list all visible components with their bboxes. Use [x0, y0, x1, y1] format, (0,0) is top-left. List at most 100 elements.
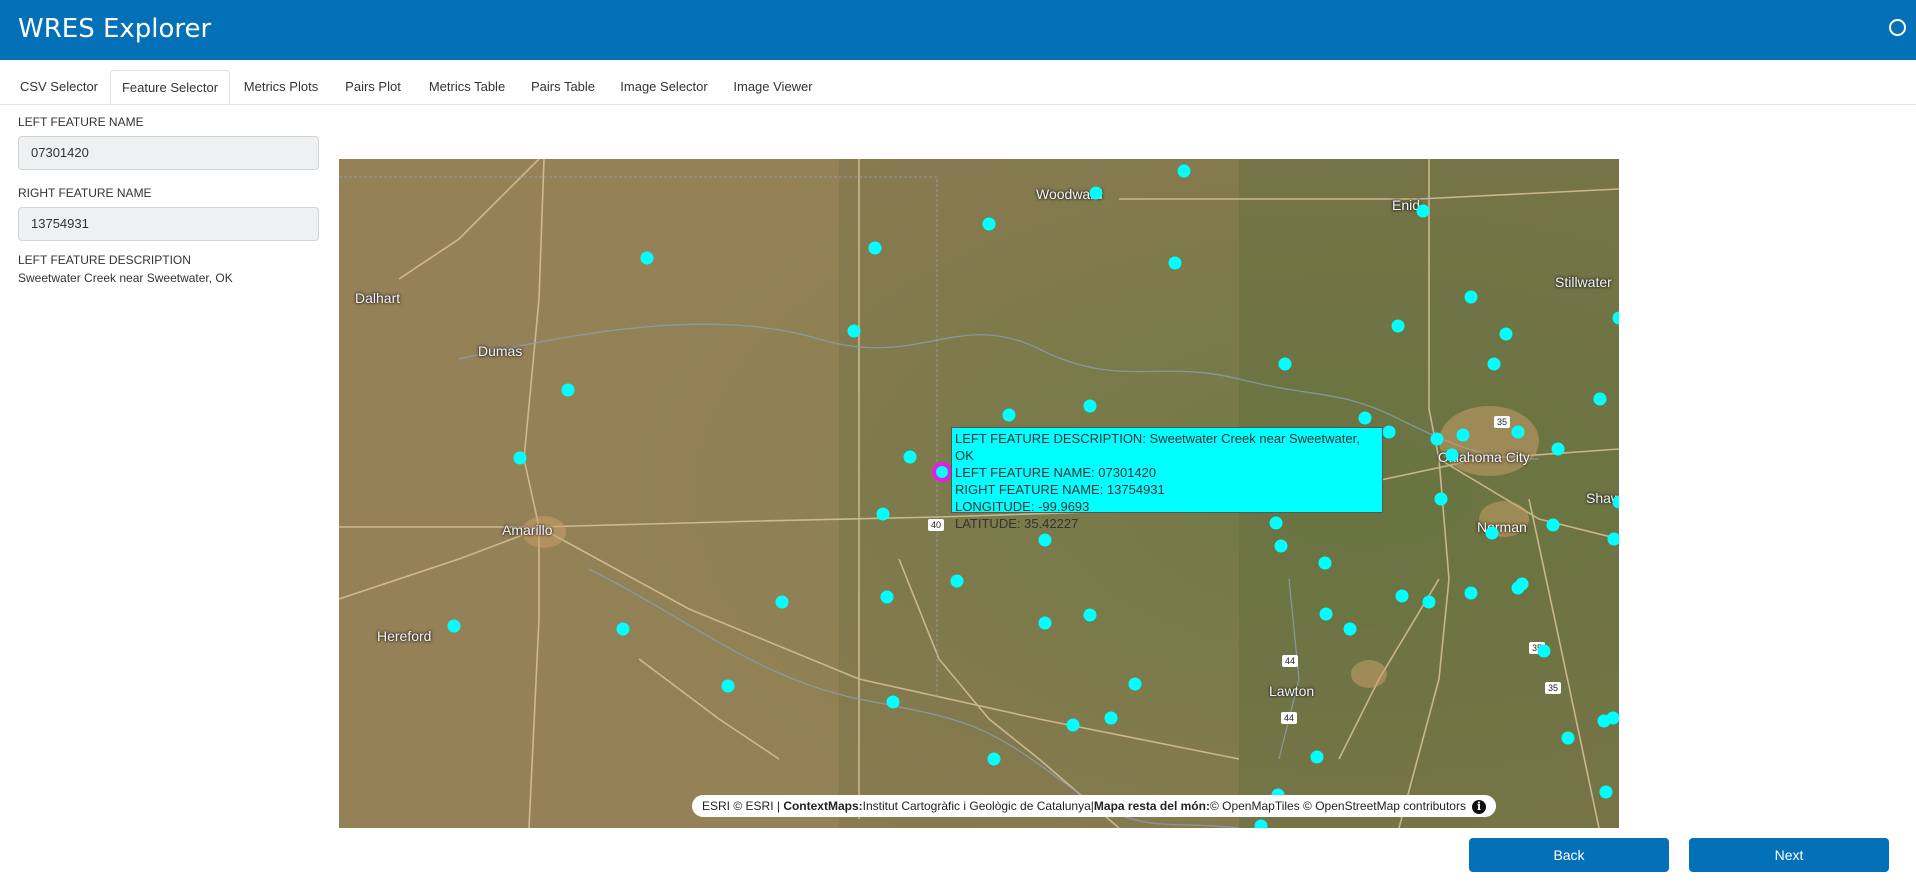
gauge-marker[interactable]: [1038, 533, 1052, 547]
gauge-marker[interactable]: [1177, 164, 1191, 178]
gauge-marker[interactable]: [1511, 425, 1525, 439]
app-header: WRES Explorer: [0, 0, 1916, 60]
gauge-marker[interactable]: [1430, 432, 1444, 446]
gauge-marker[interactable]: [1607, 532, 1620, 546]
app-title: WRES Explorer: [18, 14, 212, 44]
gauge-marker[interactable]: [1612, 495, 1620, 509]
tab-pairs-table[interactable]: Pairs Table: [522, 70, 604, 104]
gauge-marker[interactable]: [1537, 644, 1551, 658]
route-shield-icon: 35: [1494, 416, 1510, 428]
gauge-marker[interactable]: [616, 622, 630, 636]
tab-pairs-plot[interactable]: Pairs Plot: [336, 70, 410, 104]
left-feature-description-value: Sweetwater Creek near Sweetwater, OK: [18, 271, 233, 285]
gauge-marker[interactable]: [987, 752, 1001, 766]
route-shield-label: 44: [1285, 656, 1295, 666]
tooltip-line: LONGITUDE: -99.9693: [955, 499, 1090, 514]
attribution-contextmaps-text: Institut Cartogràfic i Geològic de Catal…: [862, 799, 1091, 813]
feature-map[interactable]: Woodward Enid Stillwater Dalhart Dumas A…: [339, 159, 1619, 828]
gauge-marker[interactable]: [1499, 327, 1513, 341]
gauge-marker[interactable]: [1274, 539, 1288, 553]
gauge-marker[interactable]: [1561, 731, 1575, 745]
gauge-marker[interactable]: [1487, 357, 1501, 371]
gauge-marker[interactable]: [876, 507, 890, 521]
busy-indicator-icon: [1889, 19, 1906, 36]
gauge-marker[interactable]: [775, 595, 789, 609]
gauge-marker[interactable]: [1612, 311, 1620, 325]
gauge-marker[interactable]: [1422, 595, 1436, 609]
attribution-esri: ESRI © ESRI |: [702, 799, 784, 813]
gauge-marker[interactable]: [447, 619, 461, 633]
tooltip-line: RIGHT FEATURE NAME: 13754931: [955, 482, 1165, 497]
route-shield-label: 40: [931, 520, 941, 530]
left-feature-description-label: LEFT FEATURE DESCRIPTION: [18, 253, 191, 267]
info-icon[interactable]: i: [1471, 799, 1486, 814]
route-shield-label: 35: [1497, 417, 1507, 427]
gauge-marker[interactable]: [1606, 711, 1620, 725]
selected-gauge-marker[interactable]: [932, 462, 952, 482]
route-shield-label: 44: [1284, 713, 1294, 723]
right-feature-name-field[interactable]: 13754931: [18, 207, 319, 241]
gauge-marker[interactable]: [1391, 319, 1405, 333]
attribution-contextmaps-label: ContextMaps:: [783, 799, 863, 813]
back-button[interactable]: Back: [1469, 838, 1669, 872]
right-feature-name-label: RIGHT FEATURE NAME: [18, 186, 152, 200]
gauge-marker[interactable]: [1464, 290, 1478, 304]
gauge-marker[interactable]: [1599, 785, 1613, 799]
gauge-marker[interactable]: [1358, 411, 1372, 425]
gauge-marker[interactable]: [721, 679, 735, 693]
gauge-marker[interactable]: [1551, 442, 1565, 456]
gauge-marker[interactable]: [1434, 492, 1448, 506]
gauge-marker[interactable]: [1278, 357, 1292, 371]
gauge-marker[interactable]: [1318, 556, 1332, 570]
gauge-marker[interactable]: [1038, 616, 1052, 630]
gauge-marker[interactable]: [982, 217, 996, 231]
tab-metrics-table[interactable]: Metrics Table: [420, 70, 514, 104]
tab-feature-selector[interactable]: Feature Selector: [110, 70, 230, 104]
route-shield-icon: 35: [1545, 682, 1561, 694]
gauge-marker[interactable]: [1319, 607, 1333, 621]
gauge-marker[interactable]: [513, 451, 527, 465]
gauge-marker[interactable]: [1593, 392, 1607, 406]
route-shield-label: 35: [1548, 683, 1558, 693]
gauge-marker[interactable]: [880, 590, 894, 604]
route-shield-icon: 44: [1281, 712, 1297, 724]
gauge-marker[interactable]: [1511, 581, 1525, 595]
gauge-marker[interactable]: [640, 251, 654, 265]
gauge-marker[interactable]: [886, 695, 900, 709]
gauge-marker[interactable]: [1089, 186, 1103, 200]
gauge-marker[interactable]: [1416, 204, 1430, 218]
map-attribution: ESRI © ESRI | ContextMaps:Institut Carto…: [692, 795, 1496, 817]
gauge-marker[interactable]: [1128, 677, 1142, 691]
gauge-marker[interactable]: [1083, 608, 1097, 622]
gauge-marker[interactable]: [1464, 586, 1478, 600]
gauge-marker[interactable]: [1445, 448, 1459, 462]
gauge-marker[interactable]: [1066, 718, 1080, 732]
gauge-marker[interactable]: [1382, 425, 1396, 439]
gauge-marker[interactable]: [561, 383, 575, 397]
gauge-marker[interactable]: [1083, 399, 1097, 413]
gauge-marker[interactable]: [1168, 256, 1182, 270]
left-feature-name-field[interactable]: 07301420: [18, 136, 319, 170]
gauge-marker[interactable]: [1310, 750, 1324, 764]
next-button[interactable]: Next: [1689, 838, 1889, 872]
gauge-marker[interactable]: [1546, 518, 1560, 532]
gauge-marker[interactable]: [1343, 622, 1357, 636]
gauge-marker[interactable]: [903, 450, 917, 464]
attribution-mrm-text: © OpenMapTiles © OpenStreetMap contribut…: [1209, 799, 1466, 813]
attribution-mrm-label: Mapa resta del món:: [1093, 799, 1210, 813]
gauge-marker[interactable]: [1104, 711, 1118, 725]
tab-image-viewer[interactable]: Image Viewer: [726, 70, 820, 104]
gauge-marker[interactable]: [847, 324, 861, 338]
gauge-marker[interactable]: [1485, 526, 1499, 540]
gauge-marker[interactable]: [1002, 408, 1016, 422]
tab-image-selector[interactable]: Image Selector: [614, 70, 714, 104]
tab-csv-selector[interactable]: CSV Selector: [12, 70, 106, 104]
gauge-marker[interactable]: [1254, 819, 1268, 829]
tab-metrics-plots[interactable]: Metrics Plots: [236, 70, 326, 104]
tab-bar: CSV Selector Feature Selector Metrics Pl…: [0, 70, 1916, 105]
gauge-marker[interactable]: [950, 574, 964, 588]
tooltip-line: LEFT FEATURE NAME: 07301420: [955, 465, 1157, 480]
gauge-marker[interactable]: [1395, 589, 1409, 603]
gauge-marker[interactable]: [868, 241, 882, 255]
gauge-marker[interactable]: [1456, 428, 1470, 442]
